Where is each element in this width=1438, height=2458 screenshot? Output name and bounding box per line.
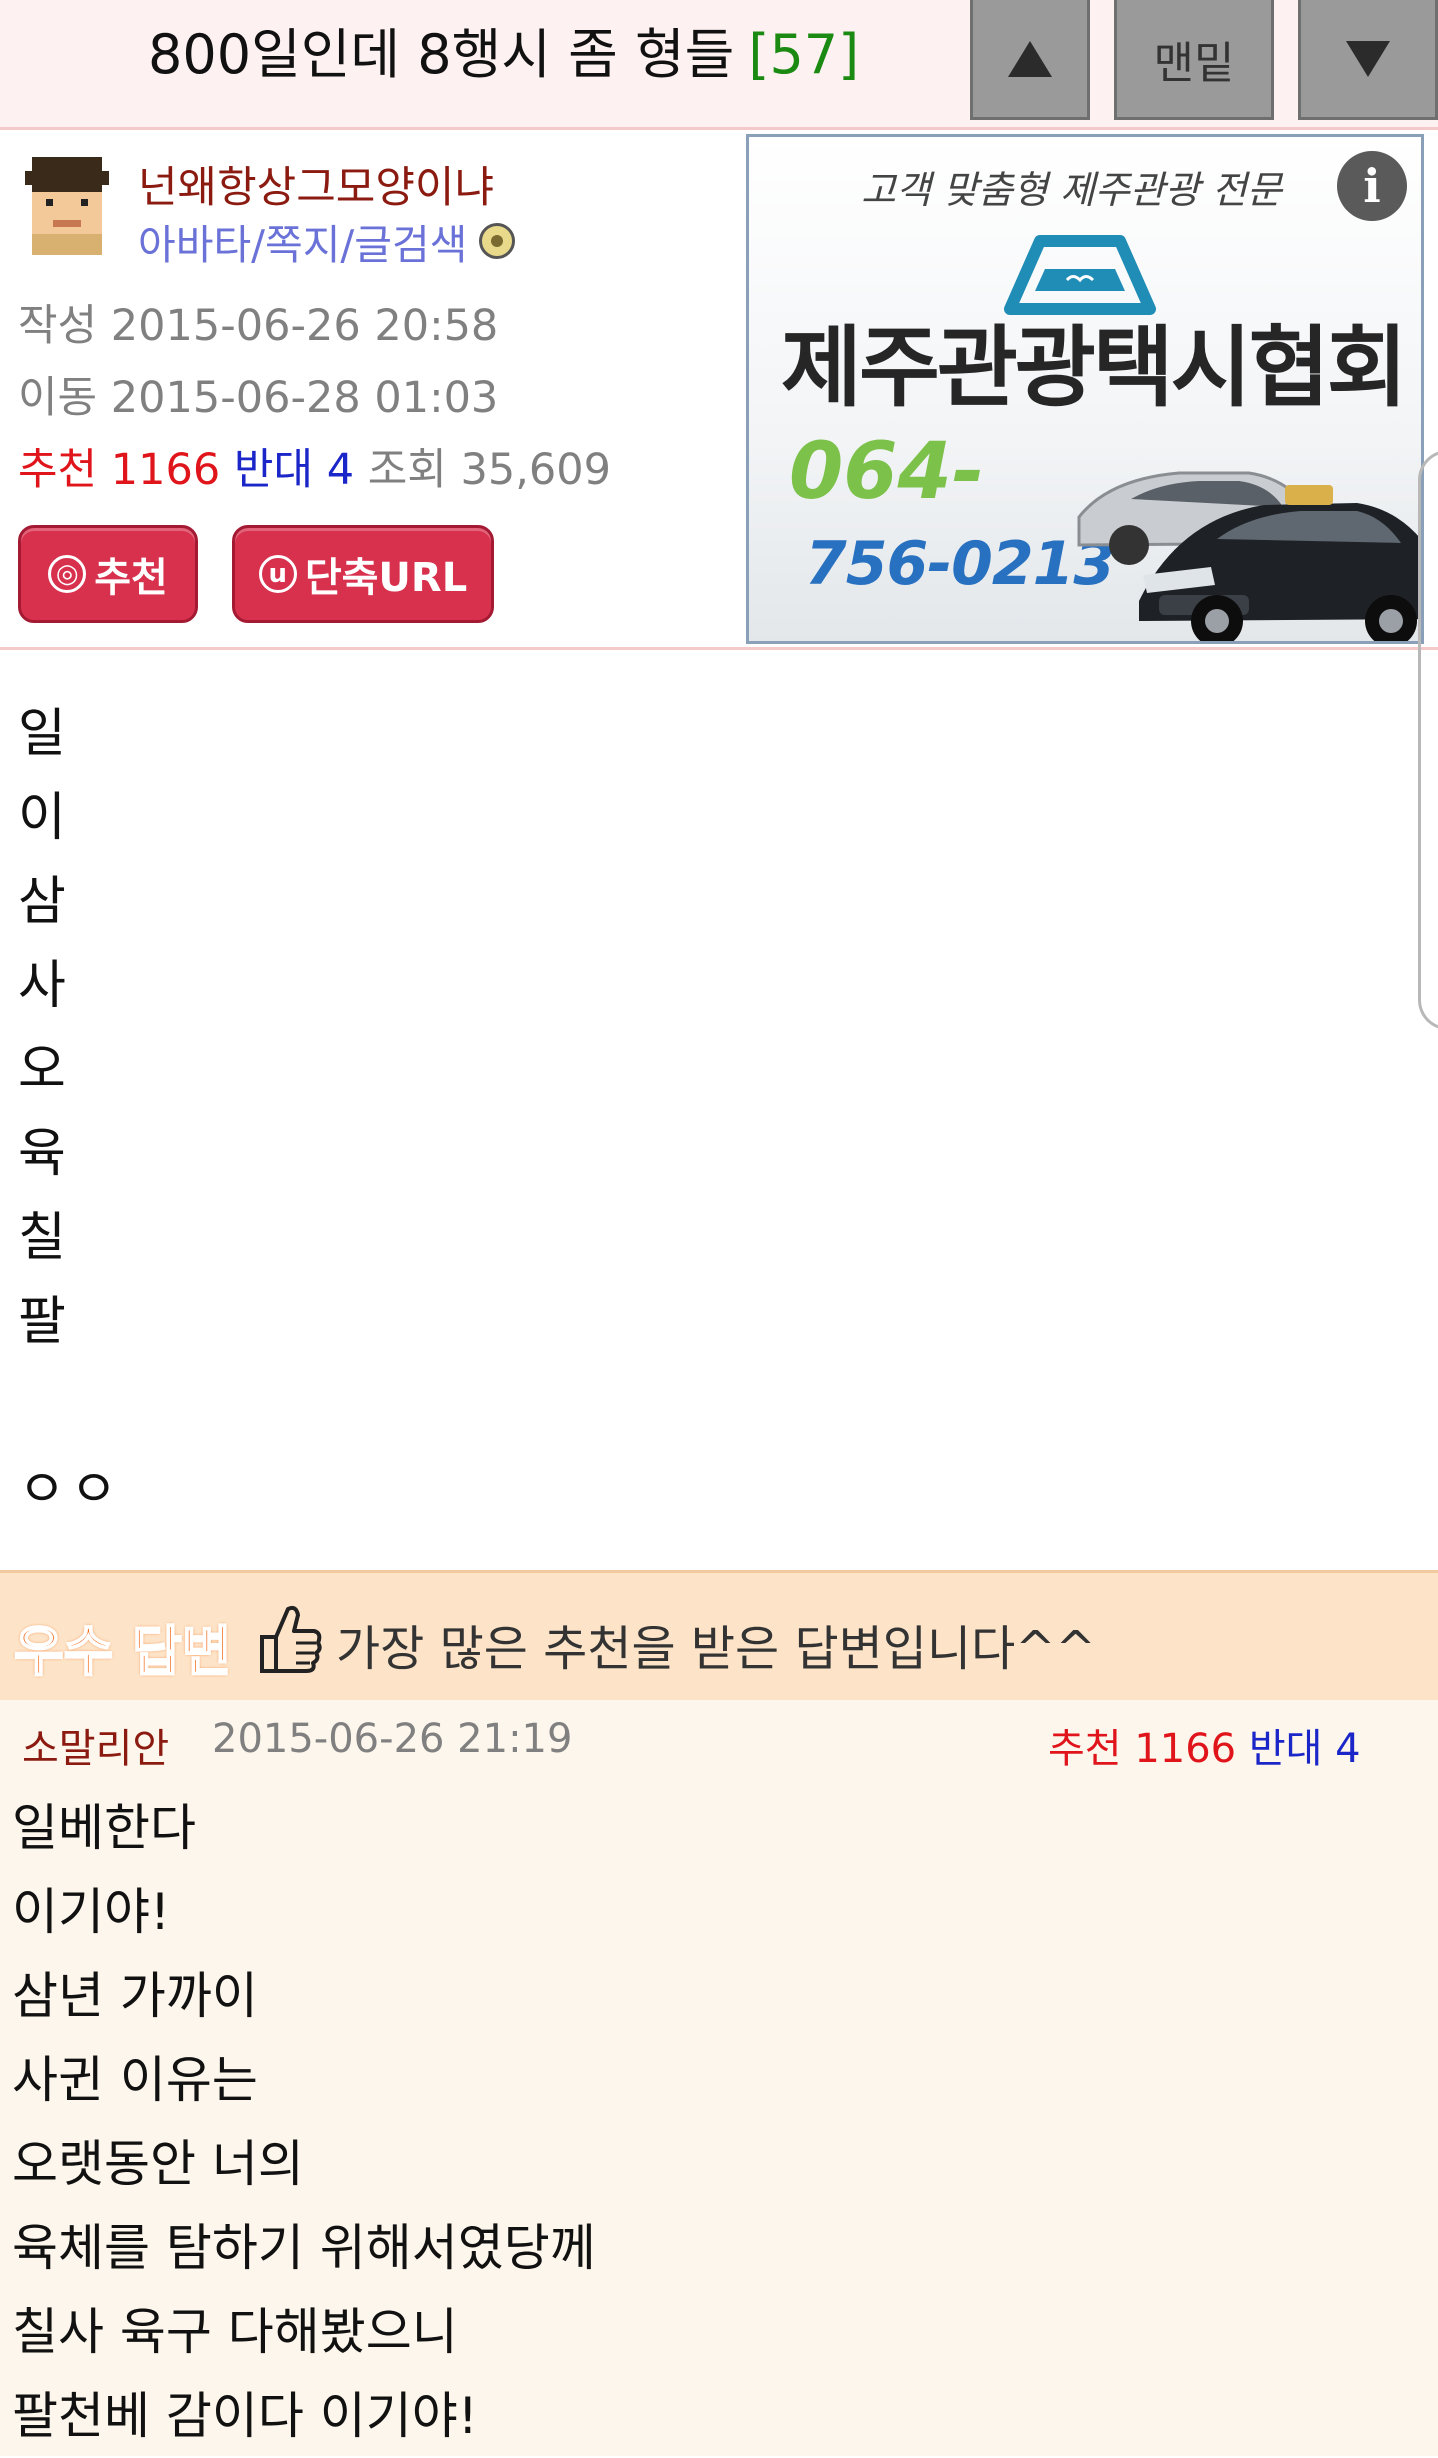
reply-recommend-label[interactable]: 추천 xyxy=(1048,1726,1122,1772)
avatar[interactable] xyxy=(18,157,116,255)
reply-votes: 추천 1166 반대 4 xyxy=(1048,1716,1361,1774)
scroll-edge-handle[interactable] xyxy=(1418,450,1438,1030)
best-answer-description: 가장 많은 추천을 받은 답변입니다^^ xyxy=(336,1621,1096,1677)
moved-value: 2015-06-28 01:03 xyxy=(110,373,499,423)
reply-oppose-label[interactable]: 반대 xyxy=(1249,1726,1323,1772)
post-line: 사 xyxy=(18,956,66,1016)
views-count: 35,609 xyxy=(460,445,611,495)
comment-count[interactable]: [57] xyxy=(748,23,859,86)
reply-oppose-count: 4 xyxy=(1335,1726,1361,1772)
reply-body: 일베한다 이기야! 삼년 가까이 사귄 이유는 오랫동안 너의 육체를 탐하기 … xyxy=(12,1786,596,2458)
author-links-text[interactable]: 아바타/쪽지/글검색 xyxy=(138,211,467,271)
recommend-count: 1166 xyxy=(110,445,221,495)
recommend-label: 추천 xyxy=(18,445,98,495)
post-line: 칠 xyxy=(18,1208,66,1268)
reply-line: 일베한다 xyxy=(12,1799,196,1857)
reply-recommend-count: 1166 xyxy=(1134,1726,1237,1772)
reply-line: 칠사 육구 다해봤으니 xyxy=(12,2303,458,2361)
triangle-up-icon xyxy=(1008,40,1052,77)
best-answer-header: 우수 답변 가장 많은 추천을 받은 답변입니다^^ xyxy=(0,1570,1438,1700)
written-date: 작성 2015-06-26 20:58 xyxy=(18,291,498,353)
short-url-button-label: 단축URL xyxy=(304,555,468,601)
author-links[interactable]: 아바타/쪽지/글검색 xyxy=(138,211,516,271)
post-title-text: 800일인데 8행시 좀 형들 xyxy=(148,23,735,86)
author-nickname[interactable]: 넌왜항상그모양이냐 xyxy=(138,153,494,215)
reply-date: 2015-06-26 21:19 xyxy=(212,1716,573,1762)
recommend-button[interactable]: ◎ 추천 xyxy=(18,525,198,623)
post-body: 일 이 삼 사 오 육 칠 팔 ㅇㅇ xyxy=(18,692,122,1532)
written-value: 2015-06-26 20:58 xyxy=(110,301,499,351)
reply-line: 이기야! xyxy=(12,1883,171,1941)
author-info: 넌왜항상그모양이냐 아바타/쪽지/글검색 작성 2015-06-26 20:58… xyxy=(0,133,746,647)
post-line: 이 xyxy=(18,788,66,848)
moved-label: 이동 xyxy=(18,373,98,423)
taxi-car-image xyxy=(1077,471,1421,641)
scroll-down-button[interactable] xyxy=(1298,0,1438,120)
ad-company-name: 제주관광택시협회 xyxy=(781,316,1408,419)
thumbs-up-icon xyxy=(260,1605,322,1673)
medal-icon xyxy=(479,223,516,259)
info-icon[interactable]: i xyxy=(1337,151,1407,221)
post-title: 800일인데 8행시 좀 형들 [57] xyxy=(148,18,859,92)
moved-date: 이동 2015-06-28 01:03 xyxy=(18,363,498,425)
best-answer-badge: 우수 답변 xyxy=(13,1619,233,1684)
target-icon: ◎ xyxy=(48,555,87,593)
reply-line: 팔천베 감이다 이기야! xyxy=(12,2387,478,2445)
ad-banner[interactable]: 고객 맞춤형 제주관광 전문 i 제주관광택시협회 064- 756-0213 xyxy=(746,134,1424,644)
oppose-label: 반대 xyxy=(233,445,314,495)
written-label: 작성 xyxy=(18,301,98,351)
views-label: 조회 xyxy=(367,445,447,495)
url-icon: u xyxy=(258,555,297,593)
ad-tagline: 고객 맞춤형 제주관광 전문 xyxy=(861,168,1282,212)
post-line: 육 xyxy=(18,1124,66,1184)
post-stats: 추천 1166 반대 4 조회 35,609 xyxy=(18,435,611,497)
post-closing: ㅇㅇ xyxy=(18,1460,122,1520)
reply-line: 사귄 이유는 xyxy=(12,2051,258,2109)
section-divider xyxy=(0,647,1438,650)
reply-author[interactable]: 소말리안 xyxy=(22,1716,169,1774)
top-bar: 800일인데 8행시 좀 형들 [57] 맨밑 xyxy=(0,0,1438,130)
short-url-button[interactable]: u 단축URL xyxy=(232,525,494,623)
scroll-top-button[interactable] xyxy=(970,0,1090,120)
recommend-button-label: 추천 xyxy=(94,555,168,601)
ad-phone-prefix: 064- xyxy=(789,427,985,517)
oppose-count: 4 xyxy=(326,445,355,495)
scroll-bottom-button[interactable]: 맨밑 xyxy=(1114,0,1274,120)
post-line: 팔 xyxy=(18,1292,66,1352)
best-answer-reply: 소말리안 2015-06-26 21:19 추천 1166 반대 4 일베한다 … xyxy=(0,1700,1438,2456)
reply-line: 삼년 가까이 xyxy=(12,1967,258,2025)
post-line: 일 xyxy=(18,704,66,764)
reply-line: 오랫동안 너의 xyxy=(12,2135,304,2193)
post-line: 오 xyxy=(18,1040,66,1100)
triangle-down-icon xyxy=(1346,40,1390,77)
post-line: 삼 xyxy=(18,872,66,932)
reply-line: 육체를 탐하기 위해서였당께 xyxy=(12,2219,596,2277)
